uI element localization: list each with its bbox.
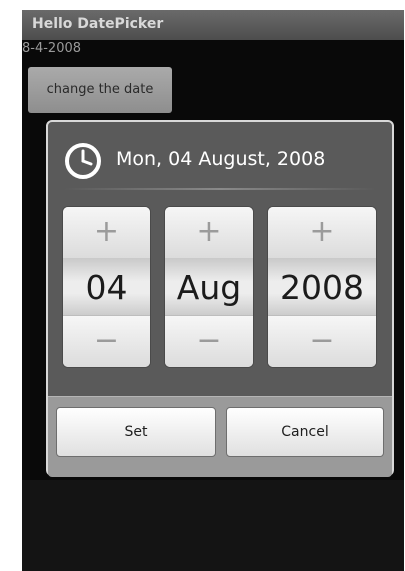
clock-icon — [65, 143, 101, 179]
app-screen: Hello DatePicker 8-4-2008 change the dat… — [22, 10, 404, 571]
dialog-header: Mon, 04 August, 2008 — [48, 122, 392, 192]
dialog-button-bar: Set Cancel — [48, 396, 392, 477]
day-value[interactable]: 04 — [63, 258, 150, 317]
header-divider — [64, 188, 376, 190]
day-decrement-button[interactable]: − — [63, 315, 150, 367]
month-decrement-button[interactable]: − — [165, 315, 253, 367]
app-title: Hello DatePicker — [32, 16, 164, 32]
year-spinner: + 2008 − — [267, 206, 377, 368]
cancel-button[interactable]: Cancel — [226, 407, 384, 457]
year-value[interactable]: 2008 — [268, 258, 376, 317]
month-value[interactable]: Aug — [165, 258, 253, 317]
day-increment-button[interactable]: + — [63, 207, 150, 259]
day-spinner: + 04 − — [62, 206, 151, 368]
dialog-title: Mon, 04 August, 2008 — [116, 148, 326, 170]
year-decrement-button[interactable]: − — [268, 315, 376, 367]
current-date-text: 8-4-2008 — [22, 41, 82, 56]
month-increment-button[interactable]: + — [165, 207, 253, 259]
date-picker-dialog: Mon, 04 August, 2008 + 04 − + Aug − + 20… — [46, 120, 394, 477]
month-spinner: + Aug − — [164, 206, 254, 368]
change-date-button[interactable]: change the date — [28, 67, 172, 113]
app-title-bar: Hello DatePicker — [22, 10, 404, 40]
year-increment-button[interactable]: + — [268, 207, 376, 259]
background-area — [22, 480, 404, 571]
set-button[interactable]: Set — [56, 407, 216, 457]
